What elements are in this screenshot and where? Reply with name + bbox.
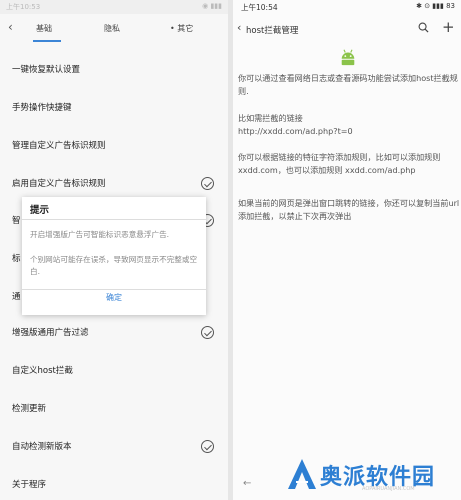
dialog-message: 开启增强版广告可智能标识恶意悬浮广告. <box>30 230 170 239</box>
intro-text: 你可以通过查看网络日志或查看源码功能尝试添加host拦截规则. <box>238 73 458 96</box>
example-label: 比如需拦截的链接 <box>238 113 303 123</box>
example-url: http://xxdd.com/ad.php?t=0 <box>238 126 353 136</box>
status-bar: 上午10:54 ✱ ⊙ ▮▮▮ 83 <box>233 0 461 14</box>
watermark-url: AOPAIRUANJIAN.COM <box>362 486 415 492</box>
page-title: host拦截管理 <box>246 26 299 36</box>
settings-screen: 上午10:53 ◉ ▮▮▮ ‹ 基础 隐私 • 其它 一键恢复默认设置 手势操作快… <box>0 0 228 500</box>
android-icon <box>341 49 355 66</box>
dialog-ok-button[interactable]: 确定 <box>22 292 206 303</box>
watermark-logo-icon <box>288 459 316 489</box>
watermark: 奥派软件园 AOPAIRUANJIAN.COM <box>287 458 457 498</box>
host-block-screen: 上午10:54 ✱ ⊙ ▮▮▮ 83 ‹ host拦截管理 + 你可以通过查看网… <box>233 0 461 500</box>
back-icon[interactable]: ‹ <box>237 21 241 34</box>
dialog-note: 个别网站可能存在误杀，导致网页显示不完整或空白. <box>30 255 198 276</box>
rule-hint-text: 你可以根据链接的特征字符添加规则，比如可以添加规则xxdd.com，也可以添加规… <box>238 152 441 175</box>
status-icons: ✱ ⊙ ▮▮▮ 83 <box>416 2 455 10</box>
tip-dialog: 提示 开启增强版广告可智能标识恶意悬浮广告. 个别网站可能存在误杀，导致网页显示… <box>22 197 206 315</box>
add-rule-button[interactable]: + <box>442 18 455 36</box>
search-icon[interactable] <box>418 22 429 33</box>
dialog-divider <box>22 219 206 220</box>
popup-hint-text: 如果当前的网页是弹出窗口跳转的链接，你还可以复制当前url添加拦截，以禁止下次再… <box>238 198 460 221</box>
status-time: 上午10:54 <box>241 3 278 12</box>
dialog-divider <box>22 289 206 290</box>
nav-back-icon[interactable]: ← <box>243 478 251 489</box>
dialog-title: 提示 <box>30 205 50 216</box>
app-bar: ‹ host拦截管理 + <box>233 18 461 42</box>
